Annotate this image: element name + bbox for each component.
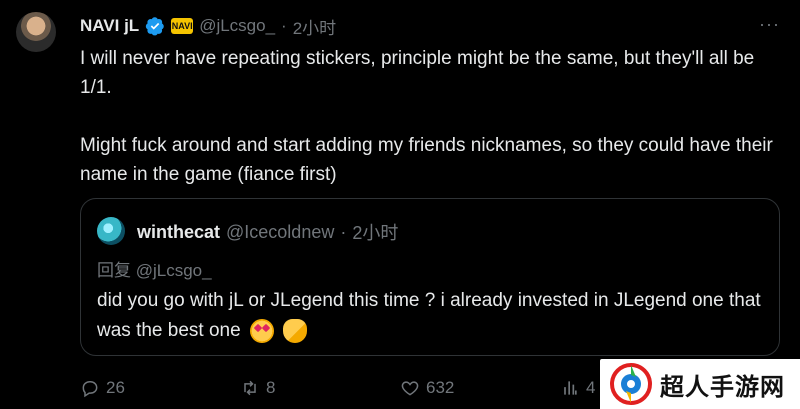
watermark-logo-icon (610, 363, 652, 405)
site-watermark: 超人手游网 (600, 359, 800, 409)
views-button[interactable]: 4 (560, 378, 600, 398)
quoted-separator-dot: · (340, 221, 347, 242)
verified-icon (146, 17, 164, 36)
author-name[interactable]: NAVI jL (80, 16, 139, 36)
repost-count: 8 (266, 378, 276, 397)
views-count: 4 (586, 378, 596, 397)
reply-icon (82, 381, 98, 398)
tweet-time[interactable]: 2小时 (293, 14, 336, 39)
reply-count: 26 (106, 378, 125, 397)
quoted-tweet[interactable]: winthecat @Icecoldnew · 2小时 回复 @jLcsgo_ … (80, 198, 780, 356)
quoted-time[interactable]: 2小时 (352, 219, 398, 245)
like-count: 632 (426, 378, 455, 397)
quoted-author-name[interactable]: winthecat (137, 222, 220, 243)
like-button[interactable]: 632 (400, 378, 560, 398)
quoted-author-handle[interactable]: @Icecoldnew (226, 222, 334, 243)
heart-eyes-emoji-icon (249, 318, 274, 343)
quoted-author-avatar[interactable] (97, 217, 125, 245)
author-avatar[interactable] (16, 12, 56, 52)
reply-to-label: 回复 @jLcsgo_ (97, 261, 212, 280)
heart-icon (401, 381, 419, 396)
separator-dot: · (281, 16, 287, 35)
author-handle[interactable]: @jLcsgo_ (199, 16, 275, 36)
tweet-header: NAVI jL NAVI @jLcsgo_ · 2小时 (80, 13, 336, 39)
watermark-text: 超人手游网 (660, 373, 785, 401)
more-options-icon[interactable]: ··· (759, 14, 780, 35)
quoted-header: winthecat @Icecoldnew · 2小时 (137, 219, 398, 245)
clapping-hands-emoji-icon (283, 318, 308, 343)
reply-button[interactable]: 26 (80, 378, 240, 398)
quoted-text-block: did you go with jL or JLegend this time … (97, 286, 767, 346)
tweet-text: I will never have repeating stickers, pr… (80, 48, 773, 185)
repost-icon (244, 380, 256, 396)
affiliate-badge[interactable]: NAVI (171, 18, 194, 34)
action-bar: 26 8 632 4 (80, 374, 600, 402)
repost-button[interactable]: 8 (240, 378, 400, 398)
quoted-text: did you go with jL or JLegend this time … (97, 290, 761, 341)
analytics-icon (564, 381, 577, 395)
